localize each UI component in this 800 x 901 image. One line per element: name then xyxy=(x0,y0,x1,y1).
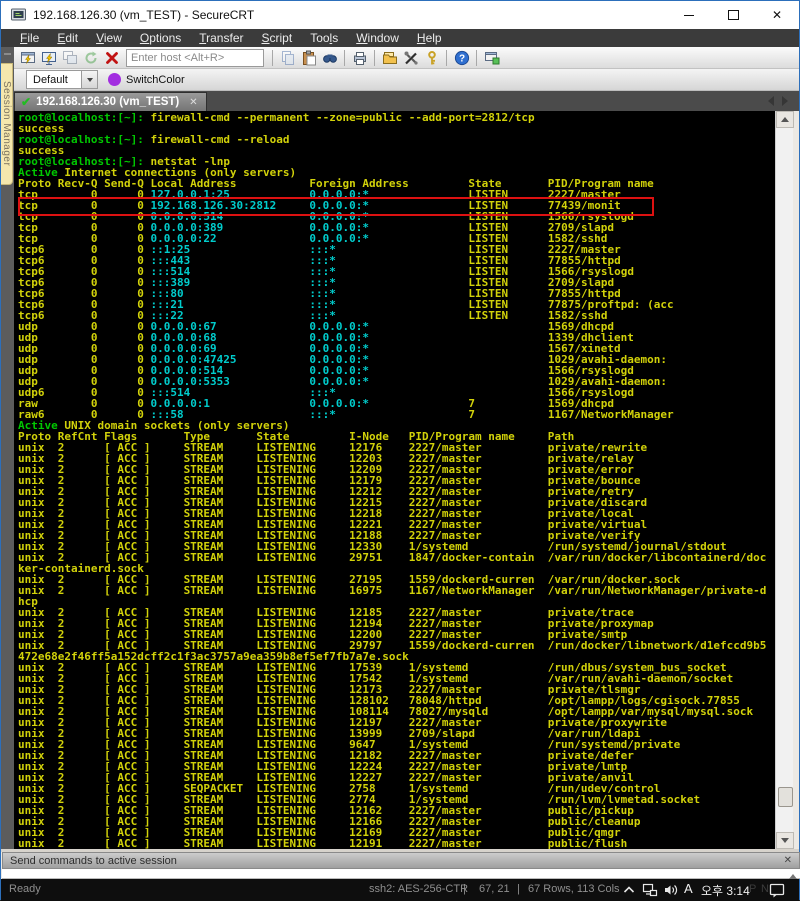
properties-icon[interactable] xyxy=(380,48,399,67)
clone-session-icon[interactable] xyxy=(482,48,501,67)
menu-tools[interactable]: Tools xyxy=(301,31,347,45)
menu-transfer[interactable]: Transfer xyxy=(190,31,252,45)
color-scheme-toolbar: Default SwitchColor xyxy=(14,69,799,91)
reconnect-icon[interactable] xyxy=(81,48,100,67)
terminal-line: unix 2 [ ACC ] STREAM LISTENING 12191 22… xyxy=(18,838,766,849)
menu-view[interactable]: View xyxy=(87,31,131,45)
status-separator: | xyxy=(517,883,520,895)
color-scheme-combo[interactable]: Default xyxy=(26,70,98,89)
maximize-icon xyxy=(728,10,739,20)
close-icon: ✕ xyxy=(772,8,782,22)
menu-help[interactable]: Help xyxy=(408,31,451,45)
left-dock-strip: Session Manager xyxy=(1,47,14,849)
terminal-output: root@localhost:[~]: firewall-cmd --perma… xyxy=(18,112,766,849)
tray-notification-icon[interactable] xyxy=(769,882,785,898)
svg-text:?: ? xyxy=(458,53,464,64)
terminal-line: root@localhost:[~]: firewall-cmd --perma… xyxy=(18,112,766,123)
session-tab[interactable]: ✔ 192.168.126.30 (vm_TEST) ✕ xyxy=(14,92,207,111)
app-icon xyxy=(10,7,27,23)
terminal[interactable]: root@localhost:[~]: firewall-cmd --perma… xyxy=(14,111,775,849)
status-ready: Ready xyxy=(9,883,41,895)
minimize-button[interactable] xyxy=(667,1,711,29)
status-ssh-cipher: ssh2: AES-256-CTR xyxy=(369,883,468,895)
combo-dropdown-arrow[interactable] xyxy=(81,71,97,88)
status-bar: Ready ssh2: AES-256-CTR | 67, 21 | 67 Ro… xyxy=(1,879,799,901)
close-button[interactable]: ✕ xyxy=(755,1,799,29)
menu-script[interactable]: Script xyxy=(253,31,302,45)
toolbar-separator xyxy=(476,50,477,66)
scrollbar-down-button[interactable] xyxy=(776,832,794,849)
menu-edit[interactable]: Edit xyxy=(48,31,87,45)
status-cursor-position: 67, 21 xyxy=(479,883,510,895)
arrow-up-icon xyxy=(781,113,789,122)
tray-speaker-icon[interactable] xyxy=(663,882,679,898)
tray-network-icon[interactable] xyxy=(642,882,658,898)
tray-ime-indicator[interactable]: A xyxy=(684,881,693,896)
command-window-title: Send commands to active session xyxy=(3,855,177,867)
terminal-line: unix 2 [ ACC ] STREAM LISTENING 16975 11… xyxy=(18,585,766,596)
connect-in-tab-icon[interactable] xyxy=(60,48,79,67)
menu-window[interactable]: Window xyxy=(347,31,408,45)
keymap-icon[interactable] xyxy=(422,48,441,67)
menu-bar: FileEditViewOptionsTransferScriptToolsWi… xyxy=(1,29,799,47)
session-options-icon[interactable] xyxy=(401,48,420,67)
print-icon[interactable] xyxy=(350,48,369,67)
arrow-down-icon xyxy=(781,838,789,847)
securecrt-window: 192.168.126.30 (vm_TEST) - SecureCRT ✕ F… xyxy=(0,0,800,900)
status-num-indicator: N xyxy=(761,883,769,895)
toolbar-separator xyxy=(344,50,345,66)
session-manager-tab[interactable]: Session Manager xyxy=(1,63,13,185)
toolbar-separator xyxy=(446,50,447,66)
window-title: 192.168.126.30 (vm_TEST) - SecureCRT xyxy=(33,8,254,22)
toolbar-separator xyxy=(272,50,273,66)
main-toolbar: ? xyxy=(14,47,799,69)
toolbar-separator xyxy=(374,50,375,66)
switchcolor-label: SwitchColor xyxy=(126,74,185,86)
command-input-scroll-icon xyxy=(789,870,797,879)
menu-file[interactable]: File xyxy=(11,31,48,45)
quick-connect-icon[interactable] xyxy=(39,48,58,67)
status-separator: | xyxy=(463,883,466,895)
tab-close-icon[interactable]: ✕ xyxy=(189,97,197,108)
connect-icon[interactable] xyxy=(18,48,37,67)
scrollbar-up-button[interactable] xyxy=(776,111,794,128)
highlight-annotation xyxy=(18,197,654,216)
command-window-close-icon[interactable]: ✕ xyxy=(784,855,799,866)
scrollbar-thumb[interactable] xyxy=(778,787,793,807)
tray-clock[interactable]: 오후 3:14 xyxy=(701,882,750,899)
session-tab-label: 192.168.126.30 (vm_TEST) xyxy=(36,96,179,108)
command-window-titlebar: Send commands to active session ✕ xyxy=(2,852,800,869)
terminal-line: root@localhost:[~]: firewall-cmd --reloa… xyxy=(18,134,766,145)
tab-scroll-left-icon[interactable] xyxy=(763,96,774,106)
find-icon[interactable] xyxy=(320,48,339,67)
tab-scroll-right-icon[interactable] xyxy=(782,96,793,106)
maximize-button[interactable] xyxy=(711,1,755,29)
minimize-icon xyxy=(684,15,694,16)
command-input[interactable] xyxy=(2,869,800,879)
terminal-scrollbar[interactable] xyxy=(775,111,793,849)
disconnect-icon[interactable] xyxy=(102,48,121,67)
status-terminal-size: 67 Rows, 113 Cols xyxy=(528,883,620,895)
connected-check-icon: ✔ xyxy=(21,95,31,109)
color-scheme-value: Default xyxy=(27,74,81,86)
paste-icon[interactable] xyxy=(299,48,318,67)
host-input[interactable] xyxy=(126,49,264,67)
menu-options[interactable]: Options xyxy=(131,31,190,45)
status-caps-indicator: P xyxy=(749,883,756,895)
copy-icon[interactable] xyxy=(278,48,297,67)
switchcolor-icon[interactable] xyxy=(108,73,121,86)
tray-chevron-up-icon[interactable] xyxy=(621,882,637,898)
session-manager-label: Session Manager xyxy=(1,81,12,166)
tab-bar: ✔ 192.168.126.30 (vm_TEST) ✕ xyxy=(14,91,799,111)
help-icon[interactable]: ? xyxy=(452,48,471,67)
title-bar: 192.168.126.30 (vm_TEST) - SecureCRT ✕ xyxy=(1,1,799,29)
